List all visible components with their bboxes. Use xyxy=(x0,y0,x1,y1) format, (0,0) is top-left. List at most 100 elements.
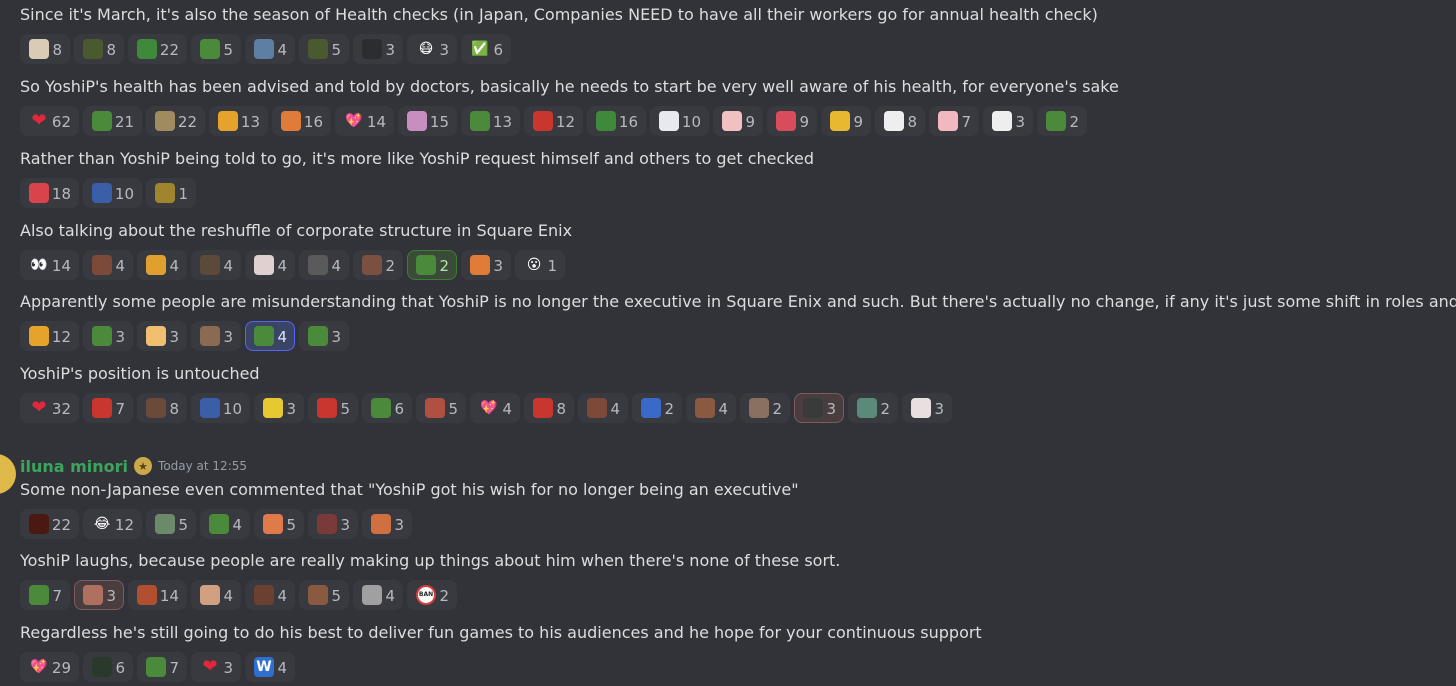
mask-face-icon: 😷 xyxy=(418,41,434,57)
reaction-button[interactable]: 9 xyxy=(767,106,817,136)
reaction-button[interactable]: 4 xyxy=(245,34,295,64)
reaction-button[interactable]: 4 xyxy=(200,509,250,539)
reaction-button[interactable]: 2 xyxy=(632,393,682,423)
reaction-count: 22 xyxy=(51,516,71,534)
reaction-button[interactable]: 5 xyxy=(299,34,349,64)
reaction-button[interactable]: 💖 14 xyxy=(335,106,394,136)
reaction-button[interactable]: 4 xyxy=(137,250,187,280)
reaction-button[interactable]: 2 xyxy=(407,250,457,280)
reaction-button[interactable]: 10 xyxy=(650,106,709,136)
reaction-button[interactable]: 4 xyxy=(245,321,295,351)
reaction-button[interactable]: 👀 14 xyxy=(20,250,79,280)
reaction-button[interactable]: 9 xyxy=(821,106,871,136)
reaction-button[interactable]: 4 xyxy=(83,250,133,280)
reaction-count: 3 xyxy=(331,328,341,346)
reaction-button[interactable]: 5 xyxy=(146,509,196,539)
reaction-button[interactable]: 2 xyxy=(848,393,898,423)
reaction-button[interactable]: 7 xyxy=(929,106,979,136)
reaction-button[interactable]: 3 xyxy=(254,393,304,423)
reaction-button[interactable]: ❤ 32 xyxy=(20,393,79,423)
reaction-button[interactable]: 5 xyxy=(254,509,304,539)
reaction-count: 3 xyxy=(826,400,836,418)
reaction-button[interactable]: 3 xyxy=(308,509,358,539)
message-text: Some non-Japanese even commented that "Y… xyxy=(20,480,799,499)
reaction-button[interactable]: 8 xyxy=(875,106,925,136)
sparkle-heart-icon: 💖 xyxy=(345,113,363,129)
reaction-button[interactable]: 4 xyxy=(686,393,736,423)
reaction-button[interactable]: 3 xyxy=(362,509,412,539)
reaction-button[interactable]: 8 xyxy=(524,393,574,423)
reaction-button[interactable]: 22 xyxy=(146,106,205,136)
reaction-button[interactable]: 2 xyxy=(740,393,790,423)
reaction-button[interactable]: 2 xyxy=(353,250,403,280)
reaction-button[interactable]: 10 xyxy=(191,393,250,423)
message-text: Since it's March, it's also the season o… xyxy=(20,5,1098,24)
reaction-button[interactable]: 22 xyxy=(20,509,79,539)
reaction-count: 62 xyxy=(51,113,71,131)
reaction-button[interactable]: 5 xyxy=(191,34,241,64)
reaction-button[interactable]: 4 xyxy=(299,250,349,280)
blank-emoji-icon xyxy=(362,39,382,59)
reaction-button[interactable]: 3 xyxy=(794,393,844,423)
reaction-button[interactable]: 15 xyxy=(398,106,457,136)
reaction-button[interactable]: 5 xyxy=(299,580,349,610)
reaction-button[interactable]: 5 xyxy=(416,393,466,423)
reaction-button[interactable]: 8 xyxy=(74,34,124,64)
reaction-button[interactable]: 1 xyxy=(146,178,196,208)
star-badge-icon[interactable]: ★ xyxy=(134,457,153,475)
reaction-button[interactable]: 3 xyxy=(74,580,124,610)
reaction-button[interactable]: 14 xyxy=(128,580,187,610)
reaction-button[interactable]: 7 xyxy=(20,580,70,610)
message-timestamp[interactable]: Today at 12:55 xyxy=(158,459,247,473)
reaction-button[interactable]: 😷 3 xyxy=(407,34,457,64)
reaction-button[interactable]: 10 xyxy=(83,178,142,208)
reaction-button[interactable]: 8 xyxy=(137,393,187,423)
reaction-button[interactable]: 3 xyxy=(461,250,511,280)
reaction-button[interactable]: 😂 12 xyxy=(83,509,142,539)
reaction-button[interactable]: 7 xyxy=(137,652,187,682)
reaction-button[interactable]: 18 xyxy=(20,178,79,208)
author-name[interactable]: iluna minori xyxy=(20,457,128,476)
reaction-button[interactable]: 3 xyxy=(137,321,187,351)
reaction-button[interactable]: 6 xyxy=(362,393,412,423)
reaction-button[interactable]: 4 xyxy=(353,580,403,610)
reaction-button[interactable]: 12 xyxy=(524,106,583,136)
reaction-button[interactable]: 8 xyxy=(20,34,70,64)
reaction-button[interactable]: 💖 4 xyxy=(470,393,520,423)
reaction-button[interactable]: 7 xyxy=(83,393,133,423)
reaction-button[interactable]: 16 xyxy=(272,106,331,136)
heart-icon: ❤ xyxy=(202,657,218,677)
reaction-button[interactable]: 4 xyxy=(191,580,241,610)
reaction-button[interactable]: 22 xyxy=(128,34,187,64)
reaction-button[interactable]: 😮 1 xyxy=(515,250,565,280)
bird-emoji-icon xyxy=(155,183,175,203)
reaction-button[interactable]: 13 xyxy=(461,106,520,136)
reaction-button[interactable]: 3 xyxy=(902,393,952,423)
reaction-button[interactable]: 4 xyxy=(191,250,241,280)
reaction-button[interactable]: 2 xyxy=(1037,106,1087,136)
reaction-button[interactable]: 16 xyxy=(587,106,646,136)
reaction-button[interactable]: 💖 29 xyxy=(20,652,79,682)
reaction-button[interactable]: 21 xyxy=(83,106,142,136)
reaction-button[interactable]: 12 xyxy=(20,321,79,351)
reaction-button[interactable]: ❤ 62 xyxy=(20,106,79,136)
reaction-button[interactable]: 6 xyxy=(83,652,133,682)
reaction-count: 9 xyxy=(745,113,755,131)
reaction-button[interactable]: 4 xyxy=(245,580,295,610)
reaction-button[interactable]: 3 xyxy=(983,106,1033,136)
reaction-button[interactable]: ✅ 6 xyxy=(461,34,511,64)
reaction-button[interactable]: 3 xyxy=(353,34,403,64)
reaction-button[interactable]: 3 xyxy=(191,321,241,351)
woman-emoji-icon xyxy=(308,585,328,605)
reaction-button[interactable]: W4 xyxy=(245,652,295,682)
reaction-button[interactable]: 3 xyxy=(83,321,133,351)
reaction-button[interactable]: ❤ 3 xyxy=(191,652,241,682)
reaction-button[interactable]: 13 xyxy=(209,106,268,136)
reaction-button[interactable]: 4 xyxy=(578,393,628,423)
reaction-button[interactable]: 4 xyxy=(245,250,295,280)
reaction-button[interactable]: 5 xyxy=(308,393,358,423)
reaction-button[interactable]: 9 xyxy=(713,106,763,136)
reaction-button[interactable]: BAN 2 xyxy=(407,580,457,610)
reaction-button[interactable]: 3 xyxy=(299,321,349,351)
avatar[interactable] xyxy=(0,454,16,494)
